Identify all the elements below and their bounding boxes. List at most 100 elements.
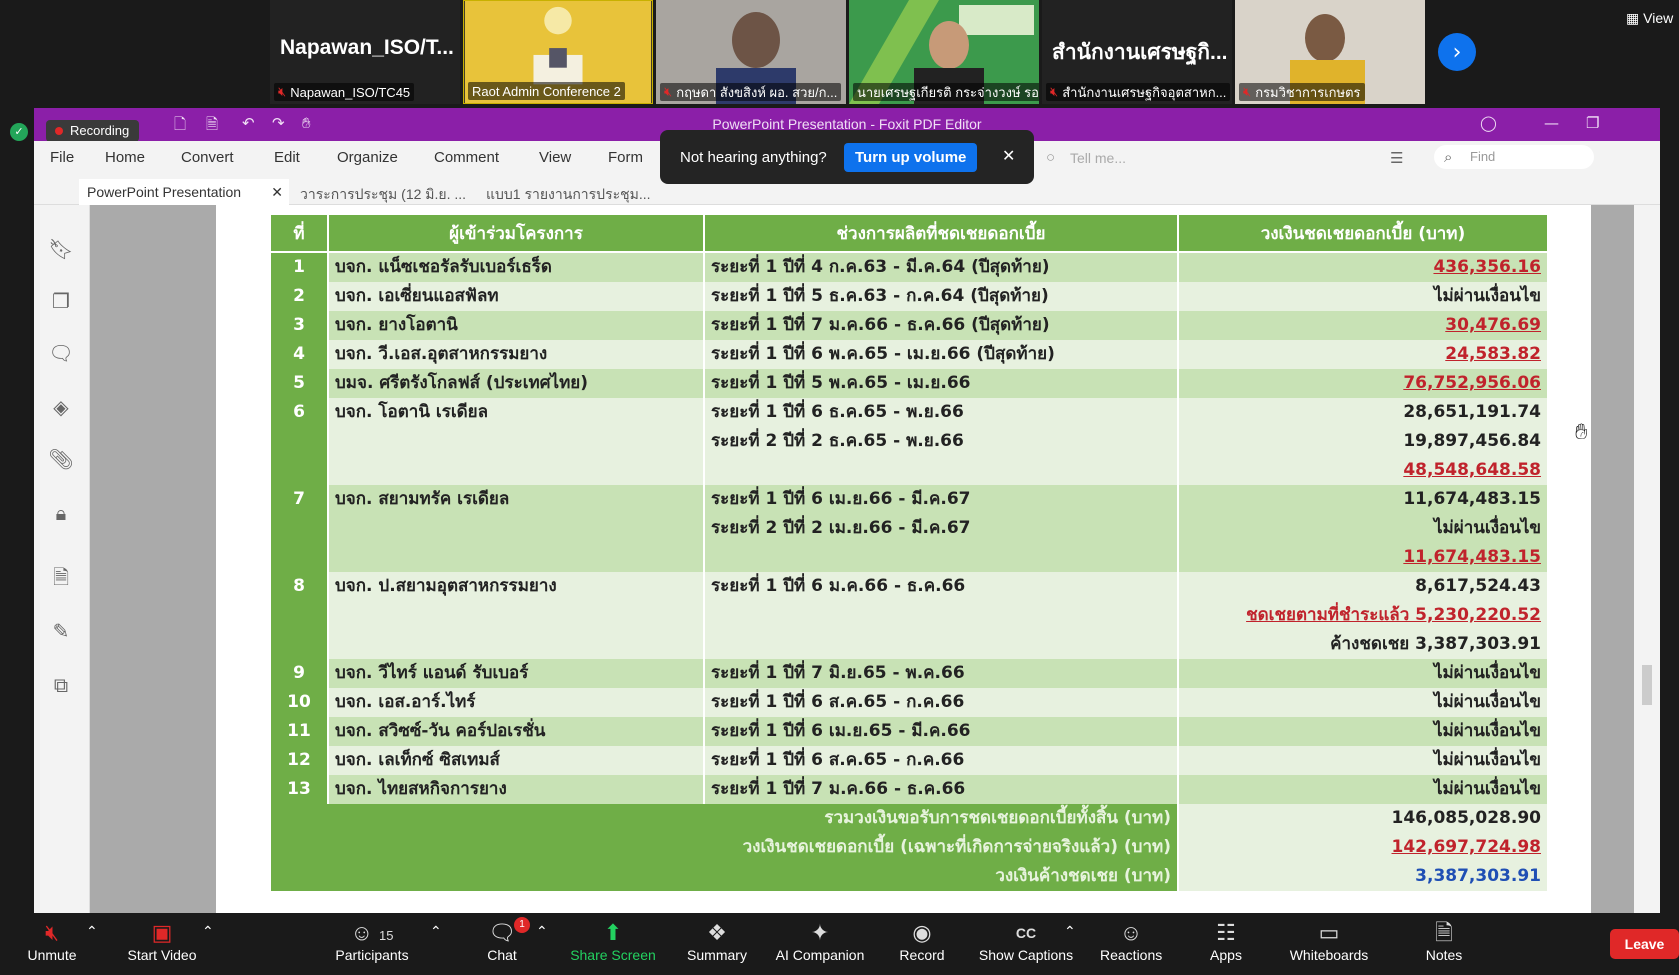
notes-button[interactable]: 🗎︎ Notes — [1424, 919, 1464, 963]
amount-value: 19,897,456.84 — [1403, 431, 1541, 451]
search-options-icon[interactable]: ☰ — [1390, 149, 1403, 167]
participants-button[interactable]: ☺ 15 Participants — [333, 919, 411, 963]
reactions-button[interactable]: ☺ Reactions — [1100, 919, 1162, 963]
account-icon[interactable]: ◯ — [1480, 114, 1497, 132]
export-file-icon[interactable]: 🗎︎ — [206, 114, 218, 139]
record-button[interactable]: ◉ Record — [898, 919, 946, 963]
turn-up-volume-button[interactable]: Turn up volume — [844, 143, 978, 172]
participant-tile-5[interactable]: สำนักงานเศรษฐกิ... 🔇︎ สำนักงานเศรษฐกิจอุต… — [1042, 0, 1232, 104]
row-number: 13 — [269, 775, 329, 804]
video-options-icon[interactable]: ⌃ — [202, 923, 214, 940]
participant-tile-1[interactable]: Napawan_ISO/T... 🔇︎ Napawan_ISO/TC45 — [270, 0, 460, 104]
layers-icon[interactable]: ◈ — [46, 395, 76, 425]
participant-name: บจก. แน็ซเชอรัลรับเบอร์เธร็ด — [327, 252, 705, 282]
audio-options-icon[interactable]: ⌃ — [86, 923, 98, 940]
bookmark-icon[interactable]: 🔖︎ — [46, 237, 76, 267]
tab-agenda[interactable]: วาระการประชุม (12 มิ.ย. ... — [292, 179, 474, 205]
minimize-icon[interactable]: — — [1544, 114, 1559, 132]
close-tab-icon[interactable]: ✕ — [271, 184, 283, 201]
chat-options-icon[interactable]: ⌃ — [536, 923, 548, 940]
ai-companion-button[interactable]: ✦ AI Companion — [774, 919, 866, 963]
participant-label: 🔇︎ Napawan_ISO/TC45 — [274, 83, 415, 101]
find-input[interactable]: Find — [1434, 145, 1594, 169]
subsidy-amount: 28,651,191.74 — [1177, 398, 1549, 427]
new-file-icon[interactable]: 🗋︎ — [174, 114, 186, 139]
menu-view[interactable]: View — [539, 149, 571, 166]
participant-tile-2[interactable]: Raot Admin Conference 2 — [463, 0, 653, 104]
participant-tile-4[interactable]: นายเศรษฐเกียรติ กระจ่างวงษ์ รอ... — [849, 0, 1039, 104]
subsidy-amount: ไม่ผ่านเงื่อนไข — [1177, 746, 1549, 775]
subsidy-amount: 24,583.82 — [1177, 340, 1549, 369]
document-icon[interactable]: 🗎︎ — [46, 563, 76, 593]
apps-button[interactable]: ☷ Apps — [1208, 919, 1244, 963]
row-number: 3 — [269, 311, 329, 340]
menu-comment[interactable]: Comment — [434, 149, 499, 166]
summary-value-cell: 3,387,303.91 — [1177, 862, 1549, 891]
production-period: ระยะที่ 1 ปีที่ 7 ม.ค.66 - ธ.ค.66 (ปีสุด… — [703, 311, 1179, 340]
pages-icon[interactable]: ❐ — [46, 289, 76, 319]
menu-home[interactable]: Home — [105, 149, 145, 166]
attachment-icon[interactable]: 📎︎ — [46, 447, 76, 477]
subsidy-amount: ไม่ผ่านเงื่อนไข — [1177, 688, 1549, 717]
menu-convert[interactable]: Convert — [181, 149, 234, 166]
subsidy-amount: 8,617,524.43 — [1177, 572, 1549, 601]
tell-me-input[interactable]: Tell me... — [1040, 147, 1170, 169]
undo-icon[interactable]: ↶ — [242, 114, 255, 132]
video-gallery: Napawan_ISO/T... 🔇︎ Napawan_ISO/TC45 Raot… — [0, 0, 1679, 106]
amount-value: 11,674,483.15 — [1403, 547, 1541, 567]
menu-organize[interactable]: Organize — [337, 149, 398, 166]
table-row: 9 บจก. วีไทร์ แอนด์ รับเบอร์ ระยะที่ 1 ปีท… — [269, 659, 1549, 688]
start-video-button[interactable]: ▣ Start Video — [124, 919, 200, 963]
unmute-button[interactable]: 🔇︎ Unmute — [24, 919, 80, 963]
table-row: 11 บจก. สวิซซ์-วัน คอร์ปอเรชั่น ระยะที่ 1 … — [269, 717, 1549, 746]
gallery-next-button[interactable]: › — [1438, 33, 1476, 71]
menu-edit[interactable]: Edit — [274, 149, 300, 166]
summary-label: รวมวงเงินขอรับการชดเชยดอกเบี้ยทั้งสิ้น (… — [269, 804, 1179, 833]
row-number: 10 — [269, 688, 329, 717]
comments-icon[interactable]: 🗨︎ — [46, 341, 76, 371]
chat-button[interactable]: 🗨︎ 1 Chat — [484, 917, 530, 963]
tab-meeting-report[interactable]: แบบ1 รายงานการประชุม... — [478, 179, 659, 205]
subsidy-amount: 19,897,456.84 — [1177, 427, 1549, 456]
leave-button[interactable]: Leave — [1610, 929, 1679, 959]
show-captions-button[interactable]: CC Show Captions — [978, 919, 1074, 963]
tab-powerpoint-presentation[interactable]: PowerPoint Presentation ✕ — [79, 179, 289, 205]
production-period: ระยะที่ 1 ปีที่ 6 พ.ค.65 - เม.ย.66 (ปีสุ… — [703, 340, 1179, 369]
view-button[interactable]: ▦ View — [1626, 10, 1673, 27]
amount-value: ไม่ผ่านเงื่อนไข — [1434, 779, 1541, 799]
participants-options-icon[interactable]: ⌃ — [430, 923, 442, 940]
summary-button[interactable]: ❖ Summary — [686, 919, 748, 963]
participant-name: บจก. ไทยสหกิจการยาง — [327, 775, 705, 804]
lightbulb-icon: ○ — [1046, 149, 1056, 166]
whiteboards-button[interactable]: ▭ Whiteboards — [1286, 919, 1372, 963]
amount-value: ไม่ผ่านเงื่อนไข — [1434, 750, 1541, 770]
close-icon[interactable]: ✕ — [1002, 146, 1015, 165]
menu-form[interactable]: Form — [608, 149, 643, 166]
hand-tool-icon[interactable]: ✋︎ — [302, 114, 311, 132]
subsidy-amount: ไม่ผ่านเงื่อนไข — [1177, 659, 1549, 688]
signature-icon[interactable]: ✎ — [46, 619, 76, 649]
recording-indicator[interactable]: Recording — [46, 120, 140, 142]
participant-tile-3[interactable]: 🔇︎ กฤษดา สังขสิงห์ ผอ. สวย/ก... — [656, 0, 846, 104]
subsidy-amount: ค้างชดเชย 3,387,303.91 — [1177, 630, 1549, 659]
captions-options-icon[interactable]: ⌃ — [1064, 923, 1076, 940]
amount-value: ไม่ผ่านเงื่อนไข — [1434, 518, 1541, 538]
production-period: ระยะที่ 1 ปีที่ 5 ธ.ค.63 - ก.ค.64 (ปีสุด… — [703, 282, 1179, 311]
scrollbar-thumb[interactable] — [1642, 665, 1652, 705]
subsidy-amount: 11,674,483.15 — [1177, 543, 1549, 572]
header-amount: วงเงินชดเชยดอกเบี้ย (บาท) — [1177, 213, 1549, 253]
share-screen-button[interactable]: ⬆ Share Screen — [570, 919, 656, 963]
lock-icon[interactable]: 🔒︎ — [46, 501, 76, 531]
participant-tile-6[interactable]: 🔇︎ กรมวิชาการเกษตร — [1235, 0, 1425, 104]
participant-name: บจก. เลเท็กซ์ ซิสเทมส์ — [327, 746, 705, 775]
subsidy-amount: ไม่ผ่านเงื่อนไข — [1177, 717, 1549, 746]
redo-icon[interactable]: ↷ — [272, 114, 285, 132]
production-period: ระยะที่ 1 ปีที่ 7 ม.ค.66 - ธ.ค.66 — [703, 775, 1179, 804]
compare-icon[interactable]: ⧉ — [46, 673, 76, 703]
vertical-scrollbar[interactable] — [1634, 205, 1660, 913]
table-row: 3 บจก. ยางโอตานิ ระยะที่ 1 ปีที่ 7 ม.ค.66 … — [269, 311, 1549, 340]
restore-icon[interactable]: ❐ — [1586, 114, 1599, 132]
video-off-icon: ▣ — [151, 920, 173, 945]
menu-file[interactable]: File — [50, 149, 74, 166]
encryption-shield-icon[interactable]: ✓ — [10, 123, 28, 141]
